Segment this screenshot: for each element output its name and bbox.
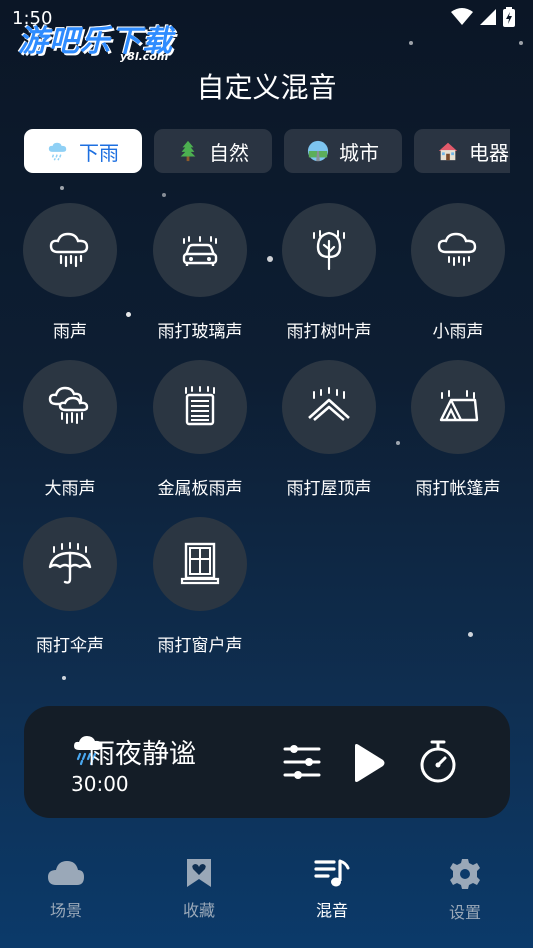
sound-label: 金属板雨声: [157, 479, 243, 499]
tab-label: 电器: [469, 140, 509, 165]
star-dot: [162, 193, 166, 197]
sound-button[interactable]: [153, 360, 247, 454]
nav-item-mixer[interactable]: 混音: [287, 857, 377, 921]
sound-label: 雨打帐篷声: [415, 479, 501, 499]
sound-item-rain-on-roof[interactable]: 雨打屋顶声: [264, 360, 394, 499]
rain-on-metal-icon: [185, 386, 215, 426]
category-tabs: 下雨 自然 城市 电器: [24, 129, 510, 174]
sound-button[interactable]: [282, 203, 376, 297]
nav-item-scenes[interactable]: 场景: [21, 857, 111, 921]
player-time: 30:00: [71, 772, 129, 796]
rain-on-window-icon: [180, 542, 220, 585]
sound-label: 雨打玻璃声: [157, 322, 243, 342]
rain-on-tent-icon: [439, 390, 479, 422]
sound-button[interactable]: [23, 203, 117, 297]
sound-item-rain-on-metal[interactable]: 金属板雨声: [135, 360, 265, 499]
star-dot: [60, 186, 64, 190]
sound-item-light-rain[interactable]: 小雨声: [393, 203, 523, 342]
play-icon[interactable]: [350, 742, 386, 784]
tab-appliance[interactable]: 电器: [414, 129, 510, 173]
tab-city[interactable]: 城市: [284, 129, 402, 173]
star-dot: [519, 41, 523, 45]
page-title: 自定义混音: [196, 71, 337, 104]
star-dot: [468, 632, 473, 637]
nav-item-settings[interactable]: 设置: [420, 857, 510, 923]
nav-item-favorites[interactable]: 收藏: [154, 857, 244, 921]
battery-icon: [503, 7, 515, 27]
timer-icon[interactable]: [417, 739, 459, 785]
sound-item-rain-on-leaves[interactable]: 雨打树叶声: [264, 203, 394, 342]
city-road-icon: [307, 140, 329, 162]
bookmark-heart-icon: [187, 859, 211, 887]
sound-item-rain-on-umbrella[interactable]: 雨打伞声: [5, 517, 135, 656]
nav-label: 收藏: [182, 901, 215, 920]
tab-rain[interactable]: 下雨: [24, 129, 142, 173]
mixer-sliders-icon[interactable]: [282, 743, 322, 781]
nav-label: 场景: [49, 901, 82, 920]
heavy-rain-icon: [48, 386, 89, 424]
music-list-icon: [314, 859, 350, 887]
light-rain-icon: [437, 232, 477, 266]
rain-on-umbrella-icon: [48, 542, 92, 584]
tab-nature[interactable]: 自然: [154, 129, 272, 173]
sound-button[interactable]: [23, 360, 117, 454]
tab-label: 下雨: [79, 140, 119, 165]
sound-label: 小雨声: [432, 322, 484, 342]
nav-label: 混音: [315, 901, 348, 920]
sound-item-rain-on-window[interactable]: 雨打窗户声: [135, 517, 265, 656]
nav-label: 设置: [448, 903, 481, 922]
tree-icon: [180, 140, 196, 162]
sound-item-rain-on-tent[interactable]: 雨打帐篷声: [393, 360, 523, 499]
star-dot: [409, 41, 413, 45]
star-dot: [62, 676, 66, 680]
rain-on-car-icon: [182, 236, 218, 266]
gear-icon: [450, 859, 480, 889]
cloud-icon: [48, 861, 84, 885]
sound-button[interactable]: [23, 517, 117, 611]
sound-label: 雨打伞声: [36, 636, 104, 656]
sound-item-rain[interactable]: 雨声: [5, 203, 135, 342]
sound-label: 雨打窗户声: [157, 636, 243, 656]
sound-button[interactable]: [153, 203, 247, 297]
sound-label: 雨声: [53, 322, 87, 342]
sound-button[interactable]: [153, 517, 247, 611]
rain-on-tree-icon: [313, 230, 345, 271]
watermark-sub: y8l.com: [120, 50, 169, 63]
sound-label: 大雨声: [44, 479, 96, 499]
rain-on-roof-icon: [308, 387, 350, 421]
signal-icon: [480, 9, 496, 25]
rain-cloud-icon: [49, 232, 89, 268]
sound-button[interactable]: [282, 360, 376, 454]
tab-label: 自然: [209, 140, 249, 165]
rain-cloud-icon: [48, 142, 67, 161]
status-icons: [451, 7, 515, 27]
sound-item-heavy-rain[interactable]: 大雨声: [5, 360, 135, 499]
sound-button[interactable]: [411, 203, 505, 297]
sound-button[interactable]: [411, 360, 505, 454]
tab-label: 城市: [339, 140, 379, 165]
sound-label: 雨打屋顶声: [286, 479, 372, 499]
house-icon: [438, 142, 458, 161]
sound-label: 雨打树叶声: [286, 322, 372, 342]
player-title: 雨夜静谧: [88, 739, 196, 770]
wifi-icon: [451, 8, 473, 25]
sound-item-rain-on-glass[interactable]: 雨打玻璃声: [135, 203, 265, 342]
